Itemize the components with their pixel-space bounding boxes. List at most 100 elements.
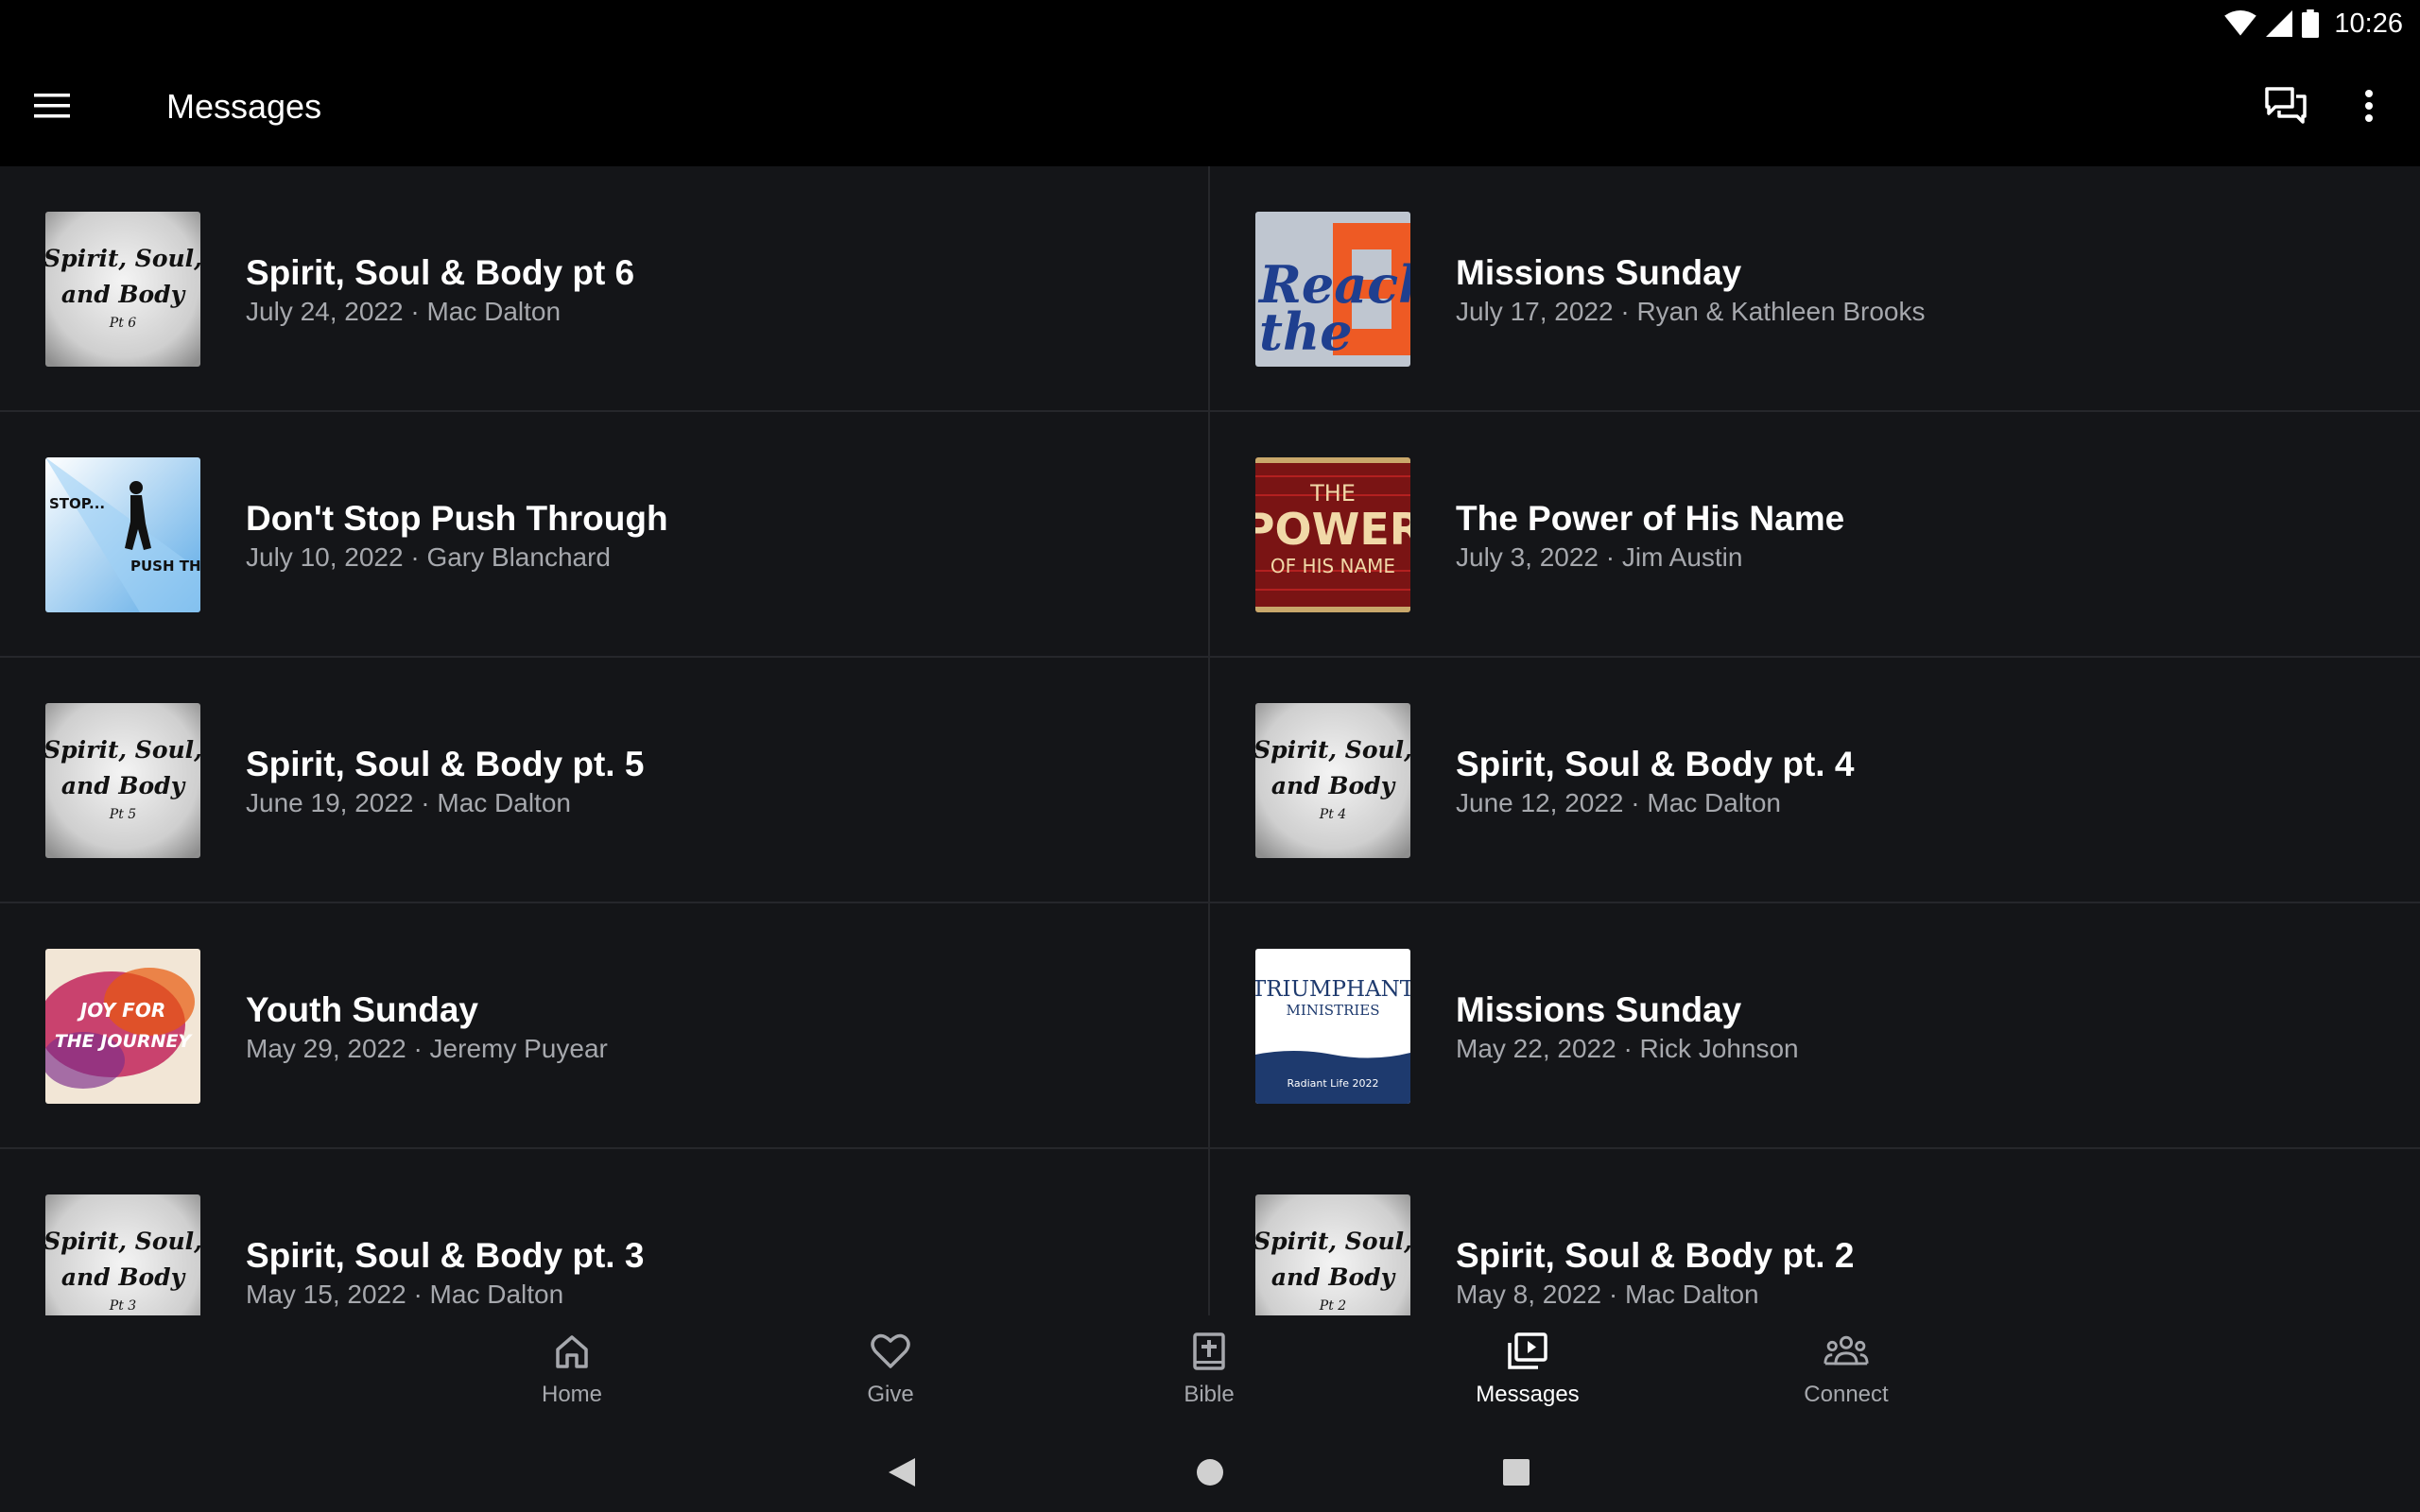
svg-text:and Body: and Body — [61, 772, 186, 799]
chat-button[interactable] — [2256, 81, 2316, 130]
message-title: Missions Sunday — [1456, 990, 1742, 1029]
svg-text:the: the — [1259, 301, 1353, 362]
message-title: Spirit, Soul & Body pt 6 — [246, 253, 635, 292]
svg-text:Spirit, Soul,: Spirit, Soul, — [45, 736, 200, 764]
message-item[interactable]: Spirit, Soul, and Body Pt 3 Spirit, Soul… — [0, 1149, 1210, 1315]
bible-icon — [1186, 1329, 1232, 1374]
message-thumbnail: Spirit, Soul, and Body Pt 3 — [45, 1194, 200, 1315]
app-bar: Messages — [0, 47, 2420, 166]
svg-text:THE JOURNEY: THE JOURNEY — [55, 1031, 194, 1052]
svg-text:POWER: POWER — [1255, 504, 1410, 555]
nav-label: Give — [867, 1382, 914, 1407]
message-item[interactable]: STOP... PUSH THR Don't Stop Push Through… — [0, 412, 1210, 658]
page-title: Messages — [166, 87, 322, 126]
wifi-icon — [2224, 10, 2257, 36]
message-meta: July 3, 2022 · Jim Austin — [1456, 542, 1743, 572]
menu-button[interactable] — [34, 83, 102, 129]
svg-text:Pt 6: Pt 6 — [109, 316, 136, 331]
svg-text:MINISTRIES: MINISTRIES — [1286, 1002, 1379, 1019]
people-icon — [1824, 1329, 1869, 1374]
svg-text:and Body: and Body — [1271, 772, 1396, 799]
message-title: Spirit, Soul & Body pt. 5 — [246, 745, 645, 783]
nav-give[interactable]: Give — [796, 1329, 985, 1423]
nav-bible[interactable]: Bible — [1115, 1329, 1304, 1423]
svg-text:PUSH THR: PUSH THR — [130, 558, 200, 575]
message-item[interactable]: Reach the Missions Sunday July 17, 2022 … — [1210, 166, 2420, 412]
message-title: Missions Sunday — [1456, 253, 1742, 292]
message-item[interactable]: Spirit, Soul, and Body Pt 5 Spirit, Soul… — [0, 658, 1210, 903]
home-circle-icon — [1197, 1459, 1223, 1486]
svg-text:and Body: and Body — [61, 1263, 186, 1291]
nav-connect[interactable]: Connect — [1752, 1329, 1941, 1423]
svg-text:Spirit, Soul,: Spirit, Soul, — [1255, 736, 1410, 764]
message-title: Spirit, Soul & Body pt. 4 — [1456, 745, 1855, 783]
svg-text:Pt 2: Pt 2 — [1319, 1298, 1346, 1314]
message-meta: July 10, 2022 · Gary Blanchard — [246, 542, 611, 572]
message-thumbnail: Spirit, Soul, and Body Pt 6 — [45, 212, 200, 367]
status-clock: 10:26 — [2334, 8, 2403, 39]
svg-text:JOY FOR: JOY FOR — [77, 999, 166, 1022]
message-thumbnail: Reach the — [1255, 212, 1410, 367]
message-thumbnail: JOY FOR THE JOURNEY — [45, 949, 200, 1104]
message-item[interactable]: TRIUMPHANT MINISTRIES Radiant Life 2022 … — [1210, 903, 2420, 1149]
svg-text:Radiant Life 2022: Radiant Life 2022 — [1287, 1077, 1378, 1090]
message-thumbnail: THE POWER OF HIS NAME — [1255, 457, 1410, 612]
nav-label: Connect — [1804, 1382, 1889, 1407]
message-thumbnail: Spirit, Soul, and Body Pt 5 — [45, 703, 200, 858]
message-title: Spirit, Soul & Body pt. 3 — [246, 1236, 645, 1275]
video-library-icon — [1505, 1329, 1550, 1374]
message-meta: May 22, 2022 · Rick Johnson — [1456, 1034, 1799, 1063]
chat-bubbles-icon — [2265, 87, 2307, 124]
status-icons: 10:26 — [2224, 8, 2403, 40]
svg-text:Pt 5: Pt 5 — [109, 807, 136, 822]
message-item[interactable]: JOY FOR THE JOURNEY Youth Sunday May 29,… — [0, 903, 1210, 1149]
more-options-button[interactable] — [2350, 81, 2388, 130]
heart-icon — [868, 1329, 913, 1374]
message-title: Spirit, Soul & Body pt. 2 — [1456, 1236, 1855, 1275]
hamburger-menu-icon — [34, 94, 70, 118]
system-navigation-bar — [0, 1431, 2420, 1512]
message-meta: May 15, 2022 · Mac Dalton — [246, 1280, 564, 1309]
svg-text:Pt 3: Pt 3 — [109, 1298, 136, 1314]
nav-messages[interactable]: Messages — [1433, 1329, 1622, 1423]
svg-text:and Body: and Body — [1271, 1263, 1396, 1291]
nav-home[interactable]: Home — [477, 1329, 666, 1423]
message-meta: May 8, 2022 · Mac Dalton — [1456, 1280, 1759, 1309]
nav-label: Home — [541, 1382, 603, 1407]
back-button[interactable] — [879, 1450, 925, 1495]
messages-list[interactable]: Spirit, Soul, and Body Pt 6 Spirit, Soul… — [0, 166, 2420, 1315]
message-meta: June 12, 2022 · Mac Dalton — [1456, 788, 1781, 817]
svg-text:and Body: and Body — [61, 281, 186, 308]
messages-grid: Spirit, Soul, and Body Pt 6 Spirit, Soul… — [0, 166, 2420, 1315]
signal-icon — [2266, 10, 2293, 37]
message-title: Youth Sunday — [246, 990, 478, 1029]
recents-button[interactable] — [1494, 1450, 1539, 1495]
message-meta: July 17, 2022 · Ryan & Kathleen Brooks — [1456, 297, 1926, 326]
battery-icon — [2302, 9, 2320, 38]
message-item[interactable]: Spirit, Soul, and Body Pt 6 Spirit, Soul… — [0, 166, 1210, 412]
home-system-button[interactable] — [1187, 1450, 1233, 1495]
nav-label: Bible — [1184, 1382, 1235, 1407]
svg-text:Spirit, Soul,: Spirit, Soul, — [45, 1228, 200, 1255]
message-thumbnail: STOP... PUSH THR — [45, 457, 200, 612]
status-bar: 10:26 — [0, 0, 2420, 47]
nav-label: Messages — [1476, 1382, 1580, 1407]
message-title: Don't Stop Push Through — [246, 499, 668, 538]
svg-text:Spirit, Soul,: Spirit, Soul, — [45, 245, 200, 272]
recents-square-icon — [1503, 1459, 1530, 1486]
message-meta: June 19, 2022 · Mac Dalton — [246, 788, 571, 817]
message-meta: May 29, 2022 · Jeremy Puyear — [246, 1034, 608, 1063]
message-meta: July 24, 2022 · Mac Dalton — [246, 297, 562, 326]
back-triangle-icon — [889, 1458, 915, 1486]
svg-text:Pt 4: Pt 4 — [1319, 807, 1346, 822]
svg-text:OF HIS NAME: OF HIS NAME — [1270, 555, 1395, 577]
message-item[interactable]: Spirit, Soul, and Body Pt 2 Spirit, Soul… — [1210, 1149, 2420, 1315]
bottom-navigation: Home Give Bible Messages Connect — [0, 1315, 2420, 1431]
svg-text:STOP...: STOP... — [49, 495, 105, 512]
svg-text:TRIUMPHANT: TRIUMPHANT — [1255, 977, 1410, 1002]
message-item[interactable]: Spirit, Soul, and Body Pt 4 Spirit, Soul… — [1210, 658, 2420, 903]
message-item[interactable]: THE POWER OF HIS NAME The Power of His N… — [1210, 412, 2420, 658]
message-thumbnail: Spirit, Soul, and Body Pt 4 — [1255, 703, 1410, 858]
svg-text:THE: THE — [1309, 480, 1356, 507]
svg-text:Spirit, Soul,: Spirit, Soul, — [1255, 1228, 1410, 1255]
